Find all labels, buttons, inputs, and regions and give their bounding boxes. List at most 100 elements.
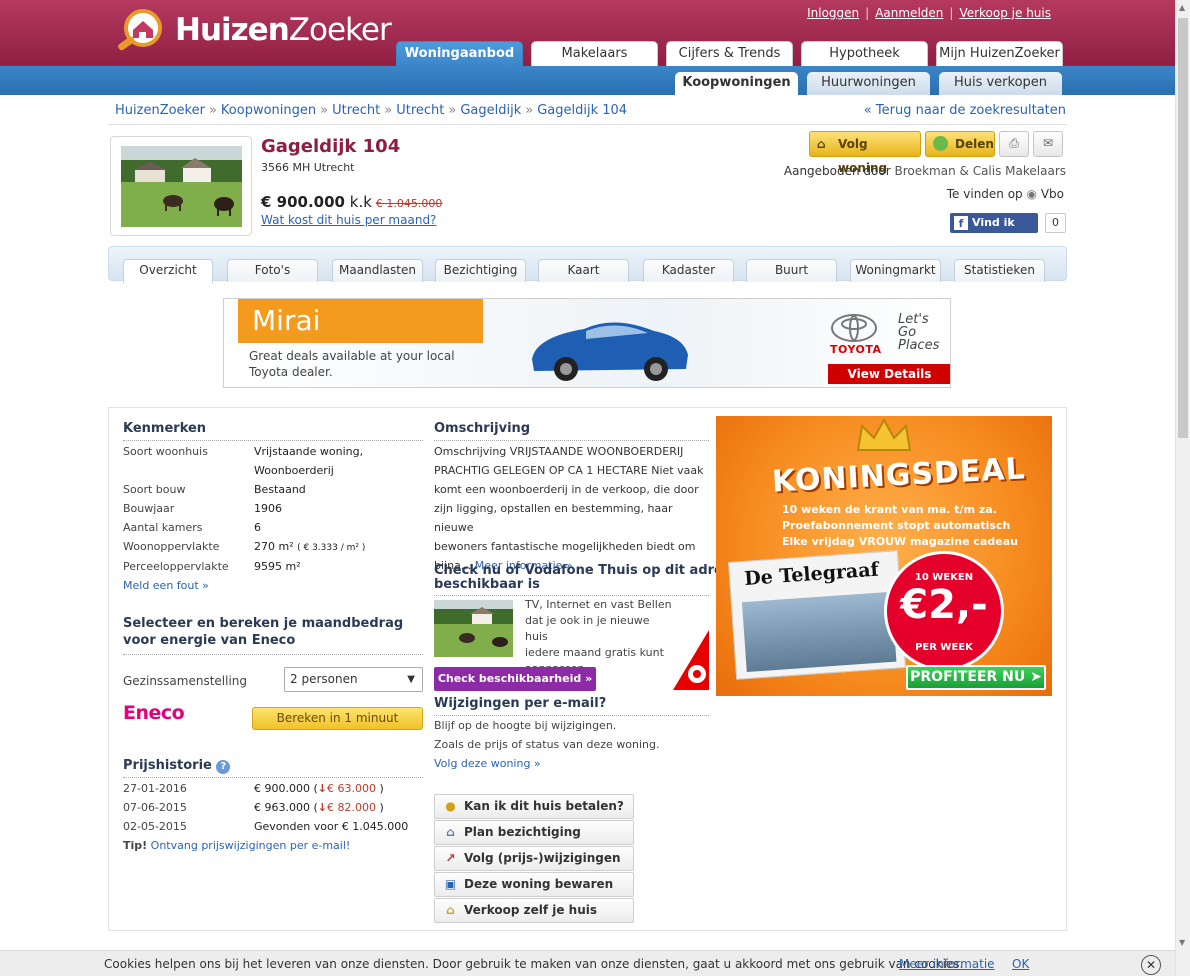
spec-value: 1906 xyxy=(254,502,282,515)
report-error-link[interactable]: Meld een fout » xyxy=(123,579,209,592)
listing-photo-frame[interactable] xyxy=(110,136,252,236)
detail-tabs: Overzicht Foto's Maandlasten Bezichtigin… xyxy=(108,246,1067,283)
kenmerken-title: Kenmerken xyxy=(123,421,207,436)
ad-headline: Mirai xyxy=(238,299,483,343)
breadcrumb-huizenzoeker[interactable]: HuizenZoeker xyxy=(115,103,205,118)
tab-maandlasten[interactable]: Maandlasten xyxy=(332,259,423,282)
found-site: Vbo xyxy=(1040,187,1064,201)
divider xyxy=(434,715,709,716)
facebook-like-button[interactable]: f Vind ik leuk xyxy=(950,213,1038,249)
register-link[interactable]: Aanmelden xyxy=(875,6,943,20)
affordability-button[interactable]: ● Kan ik dit huis betalen? xyxy=(434,794,634,819)
subtab-huis-verkopen[interactable]: Huis verkopen xyxy=(939,72,1062,95)
breadcrumb-street[interactable]: Gageldijk xyxy=(460,103,521,118)
sell-house-link[interactable]: Verkoop je huis xyxy=(959,6,1051,20)
globe-icon xyxy=(933,136,948,151)
check-availability-button[interactable]: Check beschikbaarheid » xyxy=(434,667,596,691)
tab-woningmarkt[interactable]: Woningmarkt xyxy=(850,259,941,282)
tab-hypotheek[interactable]: Hypotheek xyxy=(801,41,928,66)
share-button[interactable]: Delen xyxy=(925,131,995,157)
tab-statistieken[interactable]: Statistieken xyxy=(954,259,1045,282)
site-logo[interactable]: HuizenZoeker xyxy=(113,6,403,56)
old-price: € 1.045.000 xyxy=(375,197,443,210)
history-date: 02-05-2015 xyxy=(123,820,187,833)
listing-photo[interactable] xyxy=(121,146,242,227)
facebook-icon: f xyxy=(954,216,968,230)
toyota-ad-banner[interactable]: Mirai Great deals available at your loca… xyxy=(223,298,951,388)
tab-woningaanbod[interactable]: Woningaanbod xyxy=(396,41,523,66)
telegraaf-ad[interactable]: KONINGSDEAL 10 weken de krant van ma. t/… xyxy=(716,416,1052,696)
calculate-button[interactable]: Bereken in 1 minuut xyxy=(252,707,423,730)
login-link[interactable]: Inloggen xyxy=(807,6,859,20)
profiteer-nu-button[interactable]: PROFITEER NU ➤ xyxy=(906,665,1046,690)
breadcrumb-koopwoningen[interactable]: Koopwoningen xyxy=(221,103,316,118)
breadcrumb-utrecht-city[interactable]: Utrecht xyxy=(396,103,444,118)
history-date: 07-06-2015 xyxy=(123,801,187,814)
close-icon[interactable]: ✕ xyxy=(1141,955,1161,975)
spec-value: Vrijstaande woning, xyxy=(254,445,364,458)
description-title: Omschrijving xyxy=(434,421,531,436)
ad-copy: Great deals available at your local Toyot… xyxy=(249,349,455,379)
chart-icon: ↗ xyxy=(445,851,456,865)
tab-bezichtiging[interactable]: Bezichtiging xyxy=(435,259,526,282)
scroll-up-icon[interactable]: ▲ xyxy=(1179,3,1185,12)
divider xyxy=(123,654,423,655)
spec-label: Soort woonhuis xyxy=(123,445,208,458)
subtab-koopwoningen[interactable]: Koopwoningen xyxy=(675,72,798,95)
print-button[interactable]: ⎙ xyxy=(999,131,1029,157)
breadcrumb-address[interactable]: Gageldijk 104 xyxy=(537,103,627,118)
divider xyxy=(108,124,1067,125)
agent-name[interactable]: Broekman & Calis Makelaars xyxy=(894,164,1066,178)
tab-buurt[interactable]: Buurt xyxy=(746,259,837,282)
email-button[interactable]: ✉ xyxy=(1033,131,1063,157)
subtab-huurwoningen[interactable]: Huurwoningen xyxy=(807,72,930,95)
follow-changes-button[interactable]: ↗ Volg (prijs-)wijzigingen xyxy=(434,846,634,871)
cookie-ok-link[interactable]: OK xyxy=(1012,957,1029,971)
follow-listing-button[interactable]: ⌂ Volg woning xyxy=(809,131,921,175)
arrow-down-icon: ↓ xyxy=(317,782,327,795)
spec-label: Aantal kamers xyxy=(123,521,203,534)
toyota-logo-icon xyxy=(831,314,877,342)
breadcrumb-utrecht-province[interactable]: Utrecht xyxy=(332,103,380,118)
tab-overzicht[interactable]: Overzicht xyxy=(123,259,213,283)
vodafone-title: Check nu of Vodafone Thuis op dit adres b… xyxy=(434,563,731,592)
price-badge: 10 WEKEN €2,- PER WEEK xyxy=(884,551,1004,671)
help-icon[interactable]: ? xyxy=(216,760,231,774)
tab-cijfers-trends[interactable]: Cijfers & Trends xyxy=(666,41,793,66)
facebook-like-count: 0 xyxy=(1045,213,1066,233)
tab-makelaars[interactable]: Makelaars xyxy=(531,41,658,66)
logo-wordmark: HuizenZoeker xyxy=(175,12,392,48)
scroll-down-icon[interactable]: ▼ xyxy=(1179,938,1185,947)
tab-kaart[interactable]: Kaart xyxy=(538,259,629,282)
page-scrollbar[interactable]: ▲ ▼ xyxy=(1175,0,1190,976)
envelope-icon: ✉ xyxy=(1042,136,1054,150)
follow-this-home-link[interactable]: Volg deze woning » xyxy=(434,757,541,770)
view-details-button[interactable]: View Details xyxy=(828,364,950,384)
spec-label: Perceeloppervlakte xyxy=(123,560,229,573)
save-listing-button[interactable]: ▣ Deze woning bewaren xyxy=(434,872,634,897)
newspaper-image: De Telegraaf xyxy=(728,550,906,680)
household-select[interactable]: 2 personen ▼ xyxy=(284,667,423,692)
listing-zip-city: 3566 MH Utrecht xyxy=(261,161,355,174)
sell-own-house-button[interactable]: ⌂ Verkoop zelf je huis xyxy=(434,898,634,923)
sub-navigation: Koopwoningen Huurwoningen Huis verkopen xyxy=(0,66,1175,95)
found-on: Te vinden op ◉ Vbo xyxy=(946,187,1064,201)
schedule-viewing-button[interactable]: ⌂ Plan bezichtiging xyxy=(434,820,634,845)
coins-icon: ● xyxy=(445,799,456,813)
tab-mijn-huizenzoeker[interactable]: Mijn HuizenZoeker xyxy=(936,41,1063,66)
scroll-thumb[interactable] xyxy=(1178,18,1188,438)
crown-icon xyxy=(856,418,912,451)
divider xyxy=(123,440,423,441)
price-history-title: Prijshistorie ? xyxy=(123,758,231,774)
cookie-more-info-link[interactable]: Meer informatie xyxy=(899,957,995,971)
monthly-cost-link[interactable]: Wat kost dit huis per maand? xyxy=(261,213,436,227)
tab-fotos[interactable]: Foto's xyxy=(227,259,318,282)
tab-kadaster[interactable]: Kadaster xyxy=(643,259,734,282)
offered-by: Aangeboden door Broekman & Calis Makelaa… xyxy=(783,164,1066,178)
back-to-results-link[interactable]: « Terug naar de zoekresultaten xyxy=(864,103,1066,118)
ad-bullets: 10 weken de krant van ma. t/m za. Proefa… xyxy=(782,503,1018,548)
history-value: € 963.000 (↓€ 82.000 ) xyxy=(254,801,384,814)
vodafone-logo-icon xyxy=(673,630,709,690)
spec-value: 270 m² ( € 3.333 / m² ) xyxy=(254,540,366,553)
price-alert-link[interactable]: Ontvang prijswijzigingen per e-mail! xyxy=(151,839,351,852)
